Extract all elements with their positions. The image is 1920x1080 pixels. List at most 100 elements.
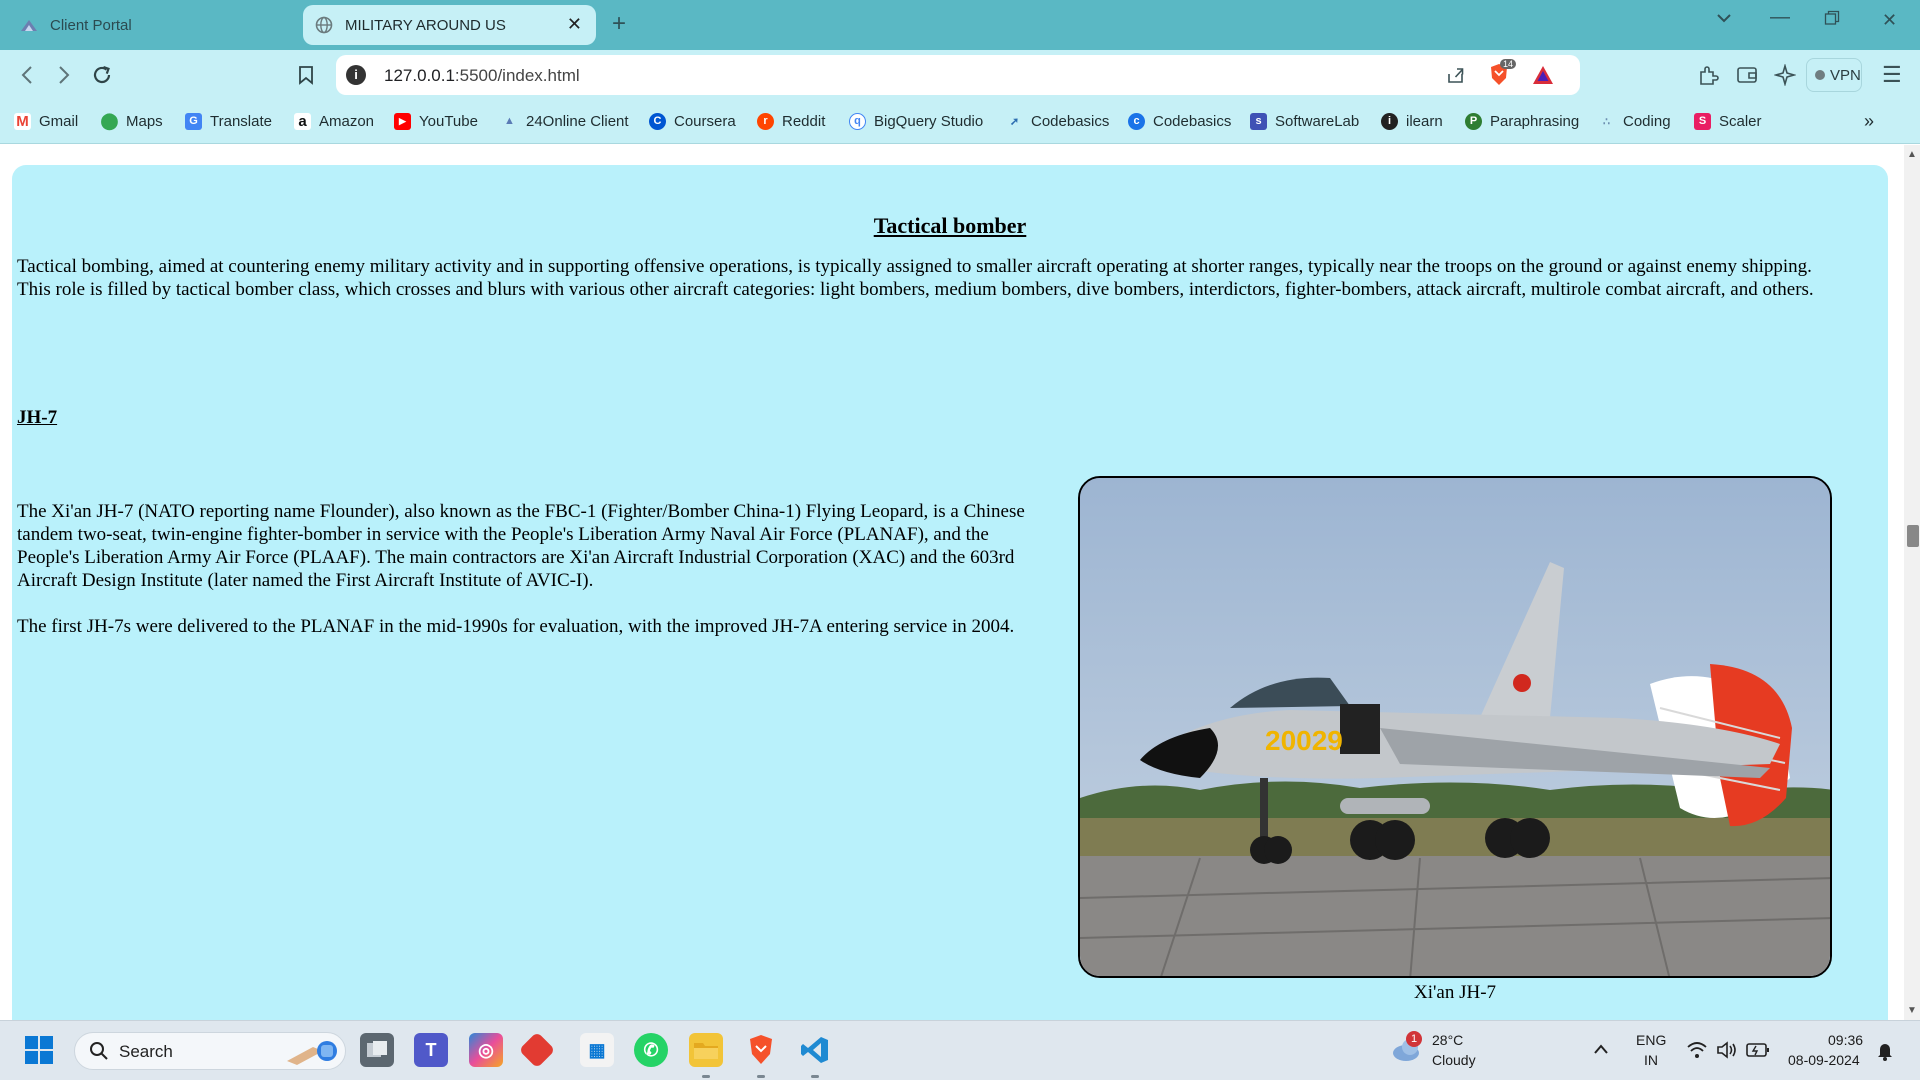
- anydesk-icon[interactable]: [518, 1031, 556, 1069]
- address-url[interactable]: 127.0.0.1:5500/index.html: [384, 66, 580, 86]
- tab-search-chevron-icon[interactable]: [1716, 10, 1732, 31]
- scrollbar-thumb[interactable]: [1907, 525, 1919, 547]
- section-title: Tactical bomber: [873, 213, 1027, 238]
- windows-taskbar: Search T ◎ ▦ ✆ 1 28°C Cloudy ENG IN 09:3…: [0, 1020, 1920, 1080]
- bookmark-page-icon[interactable]: [293, 62, 319, 88]
- brave-shields-icon[interactable]: 14: [1486, 59, 1517, 93]
- youtube-icon: ▶: [394, 112, 411, 130]
- wallet-icon[interactable]: [1736, 64, 1758, 91]
- vpn-button[interactable]: VPN: [1806, 58, 1862, 92]
- taskbar-search-box[interactable]: Search: [74, 1032, 346, 1070]
- bookmark-translate[interactable]: G Translate: [185, 110, 272, 132]
- search-icon: [89, 1041, 109, 1066]
- translate-icon: G: [185, 112, 202, 130]
- share-icon[interactable]: [1446, 65, 1466, 90]
- globe-icon: [315, 16, 333, 34]
- bookmark-amazon[interactable]: a Amazon: [294, 110, 374, 132]
- bookmark-softwarelab[interactable]: s SoftwareLab: [1250, 110, 1359, 132]
- bookmark-maps[interactable]: ⬤ Maps: [101, 110, 163, 132]
- site-info-icon[interactable]: i: [346, 65, 366, 85]
- close-tab-icon[interactable]: ✕: [567, 14, 582, 35]
- language-code[interactable]: ENG: [1636, 1032, 1666, 1048]
- brave-browser-icon[interactable]: [744, 1033, 778, 1067]
- aircraft-description-paragraph: The Xi'an JH-7 (NATO reporting name Flou…: [17, 501, 1025, 591]
- paraphrasing-icon: P: [1465, 112, 1482, 130]
- leo-ai-icon[interactable]: [1773, 63, 1797, 91]
- bookmark-paraphrasing[interactable]: P Paraphrasing: [1465, 110, 1579, 132]
- bookmark-coursera[interactable]: C Coursera: [649, 110, 736, 132]
- tab-strip: Client Portal MILITARY AROUND US ✕ + — ✕: [0, 0, 1920, 50]
- volume-icon[interactable]: [1716, 1041, 1738, 1064]
- vpn-status-dot-icon: [1815, 70, 1825, 80]
- address-bar[interactable]: i 127.0.0.1:5500/index.html 14: [336, 55, 1580, 95]
- notification-bell-icon[interactable]: [1876, 1041, 1894, 1066]
- maps-icon: ⬤: [100, 113, 119, 130]
- vscode-icon[interactable]: [798, 1033, 832, 1067]
- show-hidden-icons-chevron-icon[interactable]: [1593, 1042, 1609, 1060]
- search-label: Search: [119, 1042, 173, 1061]
- brave-running-indicator: [757, 1075, 765, 1078]
- 24online-icon: ▲: [504, 115, 515, 127]
- intro-paragraph: Tactical bombing, aimed at countering en…: [17, 256, 1814, 300]
- wifi-icon[interactable]: [1686, 1041, 1708, 1064]
- weather-condition: Cloudy: [1432, 1052, 1476, 1068]
- tab-client-portal[interactable]: Client Portal: [8, 5, 298, 45]
- reddit-icon: r: [757, 112, 774, 130]
- bookmark-codebasics-1[interactable]: ➚ Codebasics: [1006, 110, 1110, 132]
- restore-window-icon[interactable]: [1824, 10, 1840, 31]
- weather-cloud-icon[interactable]: 1: [1390, 1031, 1424, 1068]
- softwarelab-icon: s: [1250, 112, 1267, 130]
- copilot-icon[interactable]: ◎: [469, 1033, 503, 1067]
- bookmark-bigquery-studio[interactable]: q BigQuery Studio: [849, 110, 983, 132]
- task-view-icon[interactable]: [360, 1033, 394, 1067]
- bookmark-reddit[interactable]: r Reddit: [757, 110, 825, 132]
- back-arrow-icon[interactable]: [14, 62, 40, 88]
- windows-start-icon[interactable]: [22, 1033, 56, 1067]
- language-region: IN: [1644, 1052, 1658, 1068]
- content-card: Tactical bomber Tactical bombing, aimed …: [12, 165, 1888, 1020]
- microsoft-store-icon[interactable]: ▦: [580, 1033, 614, 1067]
- tab-label: MILITARY AROUND US: [345, 16, 506, 34]
- main-menu-icon[interactable]: ☰: [1882, 62, 1902, 88]
- search-highlight-icon: [283, 1037, 339, 1072]
- reload-icon[interactable]: [89, 62, 115, 88]
- scroll-up-arrow-icon[interactable]: ▲: [1907, 149, 1917, 160]
- minimize-window-icon[interactable]: —: [1770, 6, 1790, 29]
- bookmark-gmail[interactable]: M Gmail: [14, 110, 78, 132]
- coding-icon: ∴: [1603, 115, 1610, 128]
- more-bookmarks-chevron-icon[interactable]: »: [1864, 110, 1874, 132]
- battery-icon[interactable]: [1746, 1042, 1770, 1063]
- bookmark-24online-client[interactable]: ▲ 24Online Client: [501, 110, 629, 132]
- shields-badge: 14: [1500, 59, 1517, 69]
- codebasics-icon: c: [1128, 112, 1145, 130]
- file-explorer-icon[interactable]: [689, 1033, 723, 1067]
- extensions-puzzle-icon[interactable]: [1697, 64, 1719, 91]
- gmail-icon: M: [14, 112, 31, 130]
- clock-date[interactable]: 08-09-2024: [1788, 1052, 1860, 1068]
- aircraft-service-paragraph: The first JH-7s were delivered to the PL…: [17, 616, 1015, 637]
- bookmark-scaler[interactable]: S Scaler: [1694, 110, 1762, 132]
- whatsapp-icon[interactable]: ✆: [634, 1033, 668, 1067]
- clock-time[interactable]: 09:36: [1828, 1032, 1863, 1048]
- bookmark-ilearn[interactable]: i ilearn: [1381, 110, 1443, 132]
- brave-rewards-icon[interactable]: [1531, 64, 1555, 91]
- page-scrollbar[interactable]: ▲ ▼: [1904, 145, 1920, 1020]
- new-tab-plus-icon[interactable]: +: [612, 10, 626, 38]
- page-viewport: Tactical bomber Tactical bombing, aimed …: [0, 145, 1904, 1020]
- bookmarks-bar: M Gmail ⬤ Maps G Translate a Amazon ▶ YouTube…: [0, 100, 1920, 144]
- bookmark-youtube[interactable]: ▶ YouTube: [394, 110, 478, 132]
- coursera-icon: C: [649, 112, 666, 130]
- teams-icon[interactable]: T: [414, 1033, 448, 1067]
- scaler-icon: S: [1694, 112, 1711, 130]
- vpn-label: VPN: [1830, 66, 1861, 84]
- close-window-icon[interactable]: ✕: [1882, 10, 1897, 31]
- amazon-icon: a: [294, 112, 311, 130]
- bookmark-coding[interactable]: ∴ Coding: [1598, 110, 1671, 132]
- forward-arrow-icon[interactable]: [51, 62, 77, 88]
- ilearn-icon: i: [1381, 112, 1398, 130]
- url-host: 127.0.0.1: [384, 66, 455, 85]
- tab-military-around-us[interactable]: MILITARY AROUND US ✕: [303, 5, 596, 45]
- bookmark-codebasics-2[interactable]: c Codebasics: [1128, 110, 1231, 132]
- aircraft-heading: JH-7: [17, 407, 58, 428]
- scroll-down-arrow-icon[interactable]: ▼: [1907, 1005, 1917, 1016]
